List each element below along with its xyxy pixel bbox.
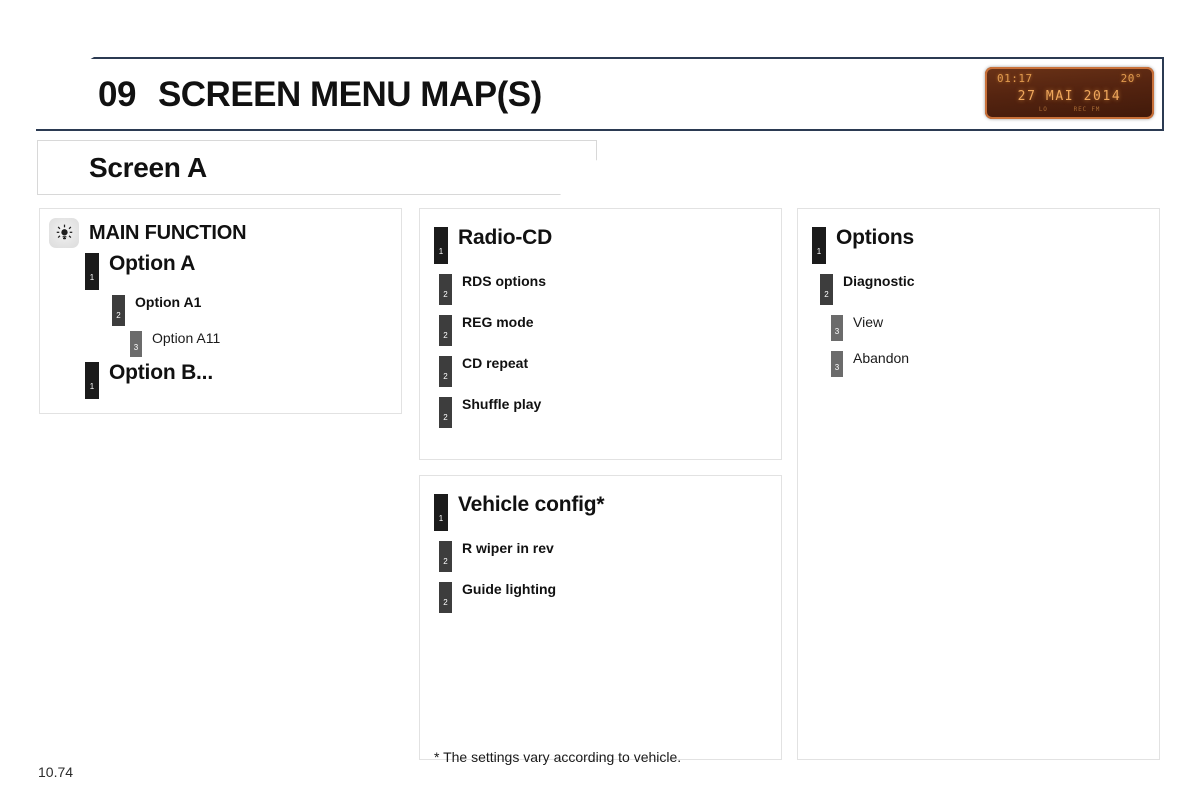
menu-entry-label: Option B... (109, 361, 213, 384)
menu-entry-option-a11[interactable]: 3 Option A11 (130, 331, 401, 357)
level-marker-2: 2 (820, 274, 833, 305)
chapter-title-row: 09 SCREEN MENU MAP(S) (98, 57, 542, 131)
menu-entry-radio-cd[interactable]: 1 Radio-CD (434, 227, 781, 264)
menu-entry-diagnostic[interactable]: 2 Diagnostic (820, 274, 1159, 305)
menu-entry-label: Option A1 (135, 294, 202, 310)
vehicle-config-footnote: * The settings vary according to vehicle… (434, 749, 682, 765)
panel-title: Vehicle config* (458, 493, 605, 516)
screen-tab: Screen A (37, 140, 597, 195)
menu-entry-label: Guide lighting (462, 581, 557, 597)
main-function-header: MAIN FUNCTION (40, 209, 401, 248)
screen-tab-label: Screen A (89, 151, 207, 183)
brightness-sun-icon (49, 218, 79, 248)
menu-entry-r-wiper-in-rev[interactable]: 2 R wiper in rev (439, 541, 781, 572)
level-marker-1: 1 (85, 253, 99, 290)
lcd-top-row: 01:17 20° (985, 72, 1154, 86)
level-marker-1: 1 (434, 227, 448, 264)
lcd-status-row: LO REC FM (985, 106, 1154, 113)
level-marker-2: 2 (439, 582, 452, 613)
menu-entry-label: REG mode (462, 314, 534, 330)
panel-main-function: MAIN FUNCTION 1 Option A 2 Option A1 3 O… (39, 208, 402, 414)
panel-title: Radio-CD (458, 226, 553, 249)
lcd-date: 27 MAI 2014 (1017, 89, 1122, 104)
panel-vehicle-config: 1 Vehicle config* 2 R wiper in rev 2 Gui… (419, 475, 782, 765)
level-marker-1: 1 (85, 362, 99, 399)
level-marker-1: 1 (812, 227, 826, 264)
panel-title: Options (836, 226, 914, 249)
menu-entry-label: Abandon (853, 350, 910, 366)
menu-entry-label: R wiper in rev (462, 540, 554, 556)
chapter-number: 09 (98, 74, 136, 114)
main-function-entry-list: 1 Option A 2 Option A1 3 Option A11 1 Op… (40, 253, 401, 399)
level-marker-3: 3 (130, 331, 142, 357)
menu-entry-label: Shuffle play (462, 396, 542, 412)
menu-entry-label: RDS options (462, 273, 546, 289)
menu-entry-label: View (853, 314, 884, 330)
menu-entry-vehicle-config[interactable]: 1 Vehicle config* (434, 494, 781, 531)
menu-entry-rds-options[interactable]: 2 RDS options (439, 274, 781, 305)
page-title: SCREEN MENU MAP(S) (157, 74, 542, 114)
menu-entry-label: Option A (109, 252, 196, 275)
lcd-clock: 01:17 (997, 72, 1033, 85)
menu-entry-label: Option A11 (152, 330, 221, 346)
lcd-temperature: 20° (1120, 72, 1142, 85)
page-number: 10.74 (38, 764, 74, 780)
menu-entry-option-b[interactable]: 1 Option B... (85, 362, 401, 399)
panel-radio-cd: 1 Radio-CD 2 RDS options 2 REG mode 2 CD… (419, 208, 782, 460)
level-marker-2: 2 (112, 295, 125, 326)
main-function-title: MAIN FUNCTION (89, 221, 247, 244)
level-marker-2: 2 (439, 397, 452, 428)
lcd-status-right: REC FM (1073, 106, 1101, 113)
lcd-status-left: LO (1038, 106, 1048, 113)
level-marker-1: 1 (434, 494, 448, 531)
menu-entry-reg-mode[interactable]: 2 REG mode (439, 315, 781, 346)
level-marker-2: 2 (439, 274, 452, 305)
menu-entry-cd-repeat[interactable]: 2 CD repeat (439, 356, 781, 387)
menu-entry-option-a[interactable]: 1 Option A (85, 253, 401, 290)
level-marker-2: 2 (439, 315, 452, 346)
menu-entry-option-a1[interactable]: 2 Option A1 (112, 295, 401, 326)
menu-entry-options[interactable]: 1 Options (812, 227, 1159, 264)
level-marker-2: 2 (439, 541, 452, 572)
level-marker-2: 2 (439, 356, 452, 387)
car-lcd-display: 01:17 20° 27 MAI 2014 LO REC FM (985, 67, 1154, 119)
menu-entry-guide-lighting[interactable]: 2 Guide lighting (439, 582, 781, 613)
menu-entry-shuffle-play[interactable]: 2 Shuffle play (439, 397, 781, 428)
level-marker-3: 3 (831, 315, 843, 341)
panel-options: 1 Options 2 Diagnostic 3 View 3 Abandon (797, 208, 1160, 760)
menu-entry-abandon[interactable]: 3 Abandon (831, 351, 1159, 377)
menu-entry-label: Diagnostic (843, 273, 915, 289)
menu-entry-view[interactable]: 3 View (831, 315, 1159, 341)
menu-entry-label: CD repeat (462, 355, 529, 371)
level-marker-3: 3 (831, 351, 843, 377)
